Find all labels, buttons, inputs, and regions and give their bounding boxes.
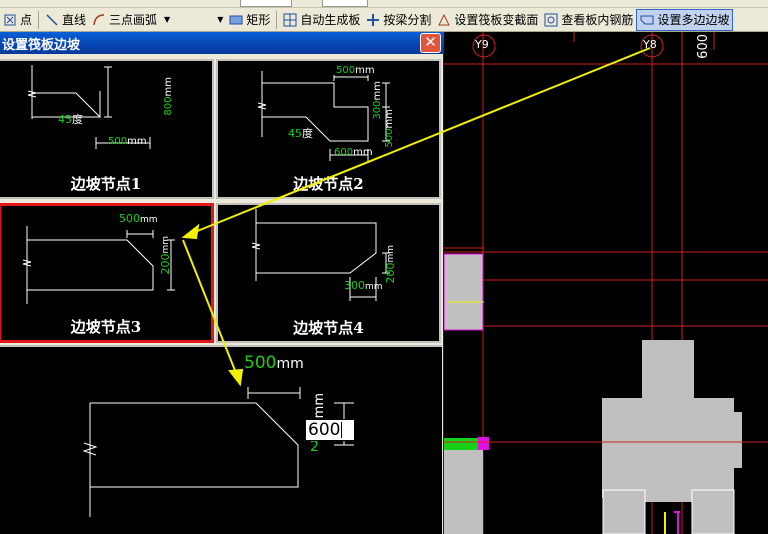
top-dim: 500mm [336, 65, 375, 76]
vertical-dim: 800mm [163, 77, 174, 116]
side-partial-dim: 2 [310, 439, 319, 455]
raft-block [602, 398, 734, 498]
side-value-input[interactable]: 600 [305, 419, 355, 441]
green-dimension-mark [444, 438, 478, 450]
split-icon [367, 13, 380, 26]
slope-preview-panel: 500mm mm 2 [0, 345, 442, 534]
rebar-icon [544, 13, 558, 26]
app-window: 点 直线 三点画弧 ▼ ▼ 矩形 自动生成板 按梁分割 设置筏板变截面 查看板内… [0, 0, 768, 534]
toolbar-separator [276, 10, 278, 29]
split-by-beam-label: 按梁分割 [383, 13, 432, 27]
tab[interactable] [240, 0, 292, 7]
dropdown-icon[interactable]: ▼ [217, 15, 223, 24]
section-icon [438, 13, 451, 25]
slope-node-2-option[interactable]: 500mm 300mm 500mm 45度 600mm 边坡节点2 [216, 59, 441, 199]
point-tool-label: 点 [20, 13, 33, 27]
slope-node-2-label: 边坡节点2 [293, 175, 364, 193]
dialog-titlebar[interactable]: 设置筏板边坡 ✕ [0, 32, 444, 54]
rectangle-icon [229, 15, 243, 24]
text-caret [341, 422, 343, 438]
dialog-title: 设置筏板边坡 [2, 37, 81, 53]
drawing-canvas[interactable]: Y9 Y8 600 [443, 32, 768, 534]
menu-strip [0, 0, 768, 8]
bottom-dim: 300mm [344, 279, 383, 292]
set-raft-slope-dialog: 设置筏板边坡 ✕ 45度 800mm 500mm 边坡节点1 500mm 300… [0, 32, 444, 534]
slope-node-3-option[interactable]: 500mm 200mm 边坡节点3 [0, 203, 214, 343]
raft-block [728, 412, 742, 468]
horizontal-dim: 500mm [108, 136, 147, 147]
slope-node-4-label: 边坡节点4 [293, 319, 364, 337]
raft-block [602, 489, 646, 534]
side-dim: 200mm [384, 245, 397, 284]
rectangle-tool-button[interactable]: 矩形 [226, 9, 273, 31]
set-polygon-slope-label: 设置多边边坡 [657, 13, 730, 27]
angle-text: 45度 [288, 127, 313, 140]
magenta-node [478, 437, 489, 450]
rectangle-tool-label: 矩形 [246, 13, 271, 27]
slope-node-1-option[interactable]: 45度 800mm 500mm 边坡节点1 [0, 59, 214, 199]
side-bottom-dim: 500mm [384, 109, 395, 148]
drawing-toolbar: 点 直线 三点画弧 ▼ ▼ 矩形 自动生成板 按梁分割 设置筏板变截面 查看板内… [0, 8, 768, 32]
grid-icon [283, 13, 297, 26]
dimension-label-600: 600 [696, 34, 711, 59]
slope-node-3-label: 边坡节点3 [70, 318, 142, 336]
axis-label-y8: Y8 [643, 38, 657, 51]
axis-markers [472, 32, 715, 58]
column-block [443, 253, 484, 331]
slope-node-1-label: 边坡节点1 [70, 175, 142, 193]
top-dim: 500mm [244, 353, 304, 373]
arc-dropdown-icon[interactable]: ▼ [164, 15, 170, 24]
column-block [444, 444, 483, 534]
side-unit: mm [312, 393, 327, 419]
axis-label-y9: Y9 [475, 38, 489, 51]
arc-icon [93, 13, 105, 25]
line-tool-button[interactable]: 直线 [42, 9, 89, 31]
point-tool-button[interactable]: 点 [0, 9, 35, 31]
side-dim: 200mm [159, 236, 172, 275]
split-by-beam-button[interactable]: 按梁分割 [363, 9, 434, 31]
bottom-dim: 600mm [334, 147, 373, 158]
set-polygon-slope-button[interactable]: 设置多边边坡 [636, 8, 734, 31]
view-slab-rebar-label: 查看板内钢筋 [561, 13, 634, 27]
raft-block [691, 489, 735, 534]
slope-node-4-option[interactable]: 200mm 300mm 边坡节点4 [216, 203, 441, 343]
tab[interactable] [322, 0, 368, 7]
auto-generate-slab-button[interactable]: 自动生成板 [280, 9, 363, 31]
auto-generate-slab-label: 自动生成板 [300, 13, 361, 27]
top-dim: 500mm [119, 212, 158, 225]
arc-tool-label: 三点画弧 [109, 13, 158, 27]
set-raft-section-button[interactable]: 设置筏板变截面 [434, 9, 541, 31]
close-button[interactable]: ✕ [420, 33, 441, 53]
line-icon [46, 13, 58, 26]
point-icon [4, 14, 16, 25]
line-tool-label: 直线 [62, 13, 87, 27]
slope-icon [640, 15, 654, 24]
arc-tool-button[interactable]: 三点画弧 ▼ [89, 9, 173, 31]
set-raft-section-label: 设置筏板变截面 [454, 13, 539, 27]
toolbar-separator [38, 10, 40, 29]
angle-text: 45度 [58, 113, 83, 126]
view-slab-rebar-button[interactable]: 查看板内钢筋 [541, 9, 636, 31]
